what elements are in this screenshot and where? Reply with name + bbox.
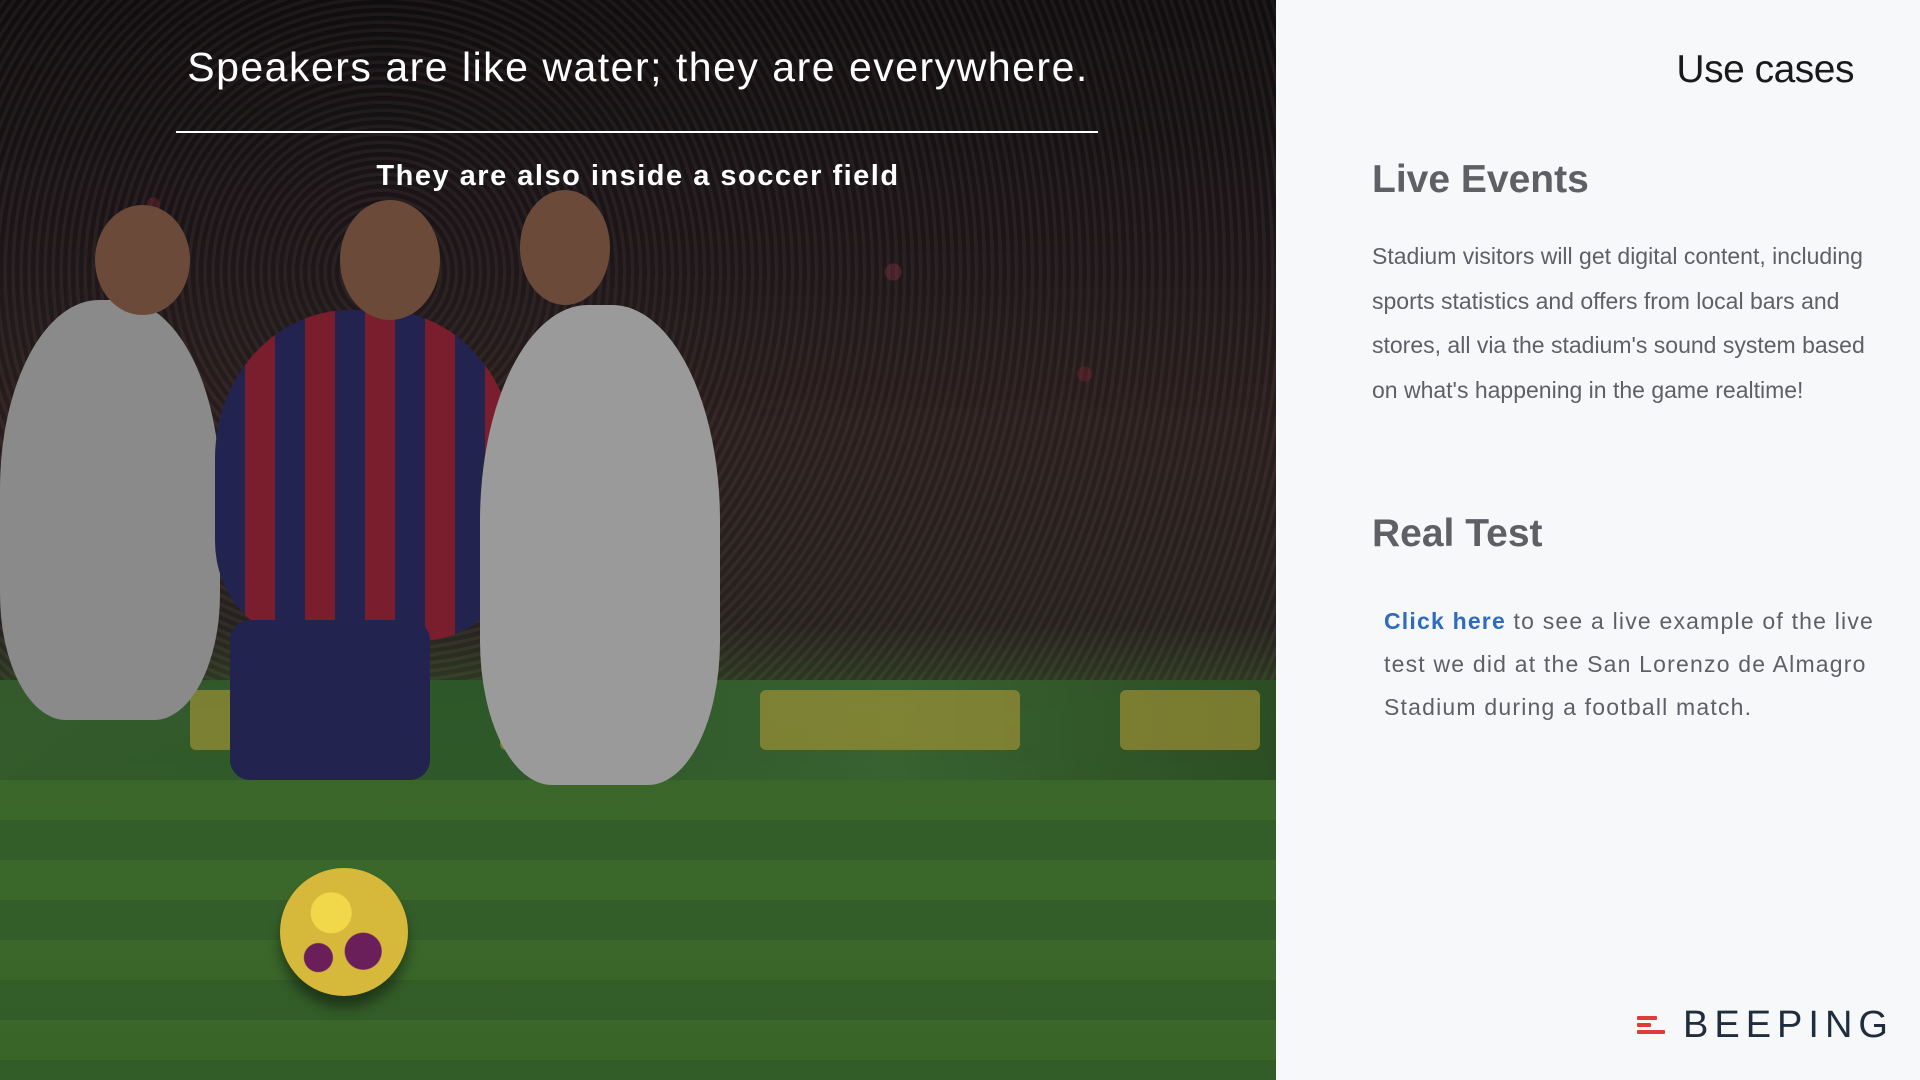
hero-divider <box>176 131 1098 133</box>
hero-subtitle: They are also inside a soccer field <box>376 160 900 192</box>
click-here-link[interactable]: Click here <box>1384 608 1506 634</box>
player-center-shorts <box>230 620 430 780</box>
player-center-head <box>340 200 440 320</box>
panel-heading: Use cases <box>1676 48 1854 91</box>
section-body-live-events: Stadium visitors will get digital conten… <box>1372 243 1865 403</box>
player-center <box>215 310 515 640</box>
use-cases-panel: Use cases Live Events Stadium visitors w… <box>1276 0 1920 1080</box>
section-title-real-test: Real Test <box>1372 512 1543 555</box>
hero-photo: Speakers are like water; they are everyw… <box>0 0 1276 1080</box>
soccer-ball <box>280 868 408 996</box>
player-left-head <box>95 205 190 315</box>
hero-title: Speakers are like water; they are everyw… <box>187 44 1089 90</box>
beeping-logo-icon <box>1637 1010 1667 1040</box>
player-right-head <box>520 190 610 305</box>
football-pitch <box>0 780 1276 1080</box>
player-left <box>0 300 220 720</box>
beeping-logo-text: BEEPING <box>1683 1003 1894 1046</box>
section-title-live-events: Live Events <box>1372 158 1589 201</box>
player-right <box>480 305 720 785</box>
beeping-logo: BEEPING <box>1637 1003 1894 1046</box>
section-body-real-test: Click here to see a live example of the … <box>1384 600 1884 729</box>
